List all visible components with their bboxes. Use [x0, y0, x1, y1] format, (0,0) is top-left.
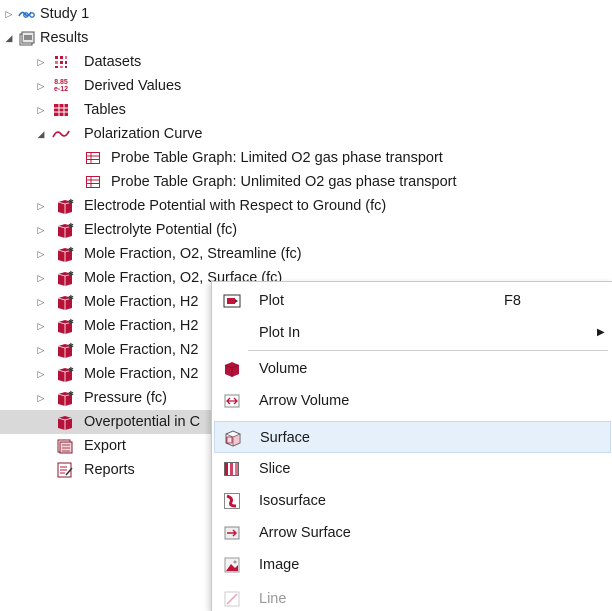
- menu-item-arrow-volume[interactable]: Arrow Volume: [214, 385, 611, 417]
- line-icon: [223, 590, 241, 608]
- plot-group-3d-icon: ✱: [56, 245, 74, 263]
- results-icon: [18, 29, 36, 47]
- expand-arrow-icon[interactable]: ▷: [35, 320, 47, 332]
- tree-node-label: Mole Fraction, H2: [84, 294, 199, 310]
- tree-node-label: Probe Table Graph: Limited O2 gas phase …: [111, 150, 443, 166]
- plot-group-1d-icon: [52, 125, 70, 143]
- derived-values-icon: 8.85 e-12: [53, 79, 68, 93]
- tree-node-label: Results: [40, 30, 89, 46]
- tree-node-label: Mole Fraction, O2, Streamline (fc): [84, 246, 302, 262]
- isosurface-icon: [223, 492, 241, 510]
- expand-arrow-icon[interactable]: ▷: [35, 224, 47, 236]
- tree-node-label: Polarization Curve: [84, 126, 203, 142]
- datasets-icon: [52, 53, 70, 71]
- menu-item-label: Image: [259, 557, 300, 573]
- context-menu: Plot F8 Plot In ▶ Volume Arrow Volume Su…: [211, 281, 612, 611]
- reports-icon: [56, 461, 74, 479]
- plot-group-3d-icon: ✱: [56, 269, 74, 287]
- tree-node-label: Mole Fraction, N2: [84, 342, 199, 358]
- menu-item-label: Volume: [259, 361, 308, 377]
- plot-group-3d-icon: ✱: [56, 317, 74, 335]
- tree-node-label: Overpotential in C: [84, 414, 201, 430]
- menu-item-plot[interactable]: Plot F8: [214, 285, 611, 317]
- svg-text:✱: ✱: [68, 222, 74, 230]
- tree-node-label: Mole Fraction, N2: [84, 366, 199, 382]
- expand-arrow-icon[interactable]: ▷: [35, 344, 47, 356]
- svg-text:✱: ✱: [68, 246, 74, 254]
- menu-item-label: Surface: [260, 430, 310, 446]
- study-icon: [18, 5, 36, 23]
- plot-group-3d-icon: ✱: [56, 389, 74, 407]
- slice-icon: [223, 460, 241, 478]
- arrow-surface-icon: [223, 524, 241, 542]
- tree-node-label: Probe Table Graph: Unlimited O2 gas phas…: [111, 174, 457, 190]
- menu-item-surface[interactable]: Surface: [214, 421, 611, 453]
- tree-node-label: Mole Fraction, H2: [84, 318, 199, 334]
- image-icon: [223, 556, 241, 574]
- plot-group-3d-icon: ✱: [56, 365, 74, 383]
- menu-item-label: Arrow Volume: [259, 393, 350, 409]
- svg-text:✱: ✱: [68, 342, 74, 350]
- plot-group-3d-icon: ✱: [56, 221, 74, 239]
- svg-text:✱: ✱: [68, 366, 74, 374]
- plot-icon: [223, 292, 241, 310]
- table-graph-icon: [84, 149, 102, 167]
- menu-item-label: Arrow Surface: [259, 525, 351, 541]
- expand-arrow-icon[interactable]: ▷: [3, 8, 15, 20]
- plot-group-3d-icon: ✱: [56, 341, 74, 359]
- expand-arrow-icon[interactable]: ▷: [35, 200, 47, 212]
- svg-text:✱: ✱: [68, 198, 74, 206]
- expand-arrow-icon[interactable]: ▷: [35, 56, 47, 68]
- submenu-arrow-icon: ▶: [597, 327, 605, 338]
- tree-node-label: Electrode Potential with Respect to Grou…: [84, 198, 387, 214]
- tree-node-label: Export: [84, 438, 126, 454]
- plot-group-3d-icon: ✱: [56, 293, 74, 311]
- menu-item-slice[interactable]: Slice: [214, 453, 611, 485]
- menu-item-label: Isosurface: [259, 493, 326, 509]
- expand-arrow-icon[interactable]: ▷: [35, 272, 47, 284]
- collapse-arrow-icon[interactable]: ◢: [3, 32, 15, 44]
- expand-arrow-icon[interactable]: ▷: [35, 392, 47, 404]
- svg-text:✱: ✱: [68, 294, 74, 302]
- menu-separator: [248, 350, 608, 351]
- expand-arrow-icon[interactable]: ▷: [35, 368, 47, 380]
- menu-item-isosurface[interactable]: Isosurface: [214, 485, 611, 517]
- menu-item-label: Plot In: [259, 325, 301, 341]
- tree-node-label: Electrolyte Potential (fc): [84, 222, 238, 238]
- expand-arrow-icon[interactable]: ▷: [35, 104, 47, 116]
- menu-item-label: Slice: [259, 461, 291, 477]
- table-graph-icon: [84, 173, 102, 191]
- tables-icon: [52, 101, 70, 119]
- surface-icon: [224, 429, 242, 447]
- menu-item-line[interactable]: Line: [214, 583, 611, 610]
- menu-item-plot-in[interactable]: Plot In ▶: [214, 317, 611, 349]
- tree-node-label: Study 1: [40, 6, 90, 22]
- svg-text:✱: ✱: [68, 390, 74, 398]
- menu-item-image[interactable]: Image: [214, 549, 611, 581]
- svg-text:✱: ✱: [68, 270, 74, 278]
- tree-node-label: Datasets: [84, 54, 142, 70]
- volume-icon: [223, 360, 241, 378]
- menu-item-label: Line: [259, 591, 287, 607]
- svg-text:✱: ✱: [68, 318, 74, 326]
- export-icon: [56, 437, 74, 455]
- arrow-volume-icon: [223, 392, 241, 410]
- expand-arrow-icon[interactable]: ▷: [35, 80, 47, 92]
- menu-item-label: Plot: [259, 293, 284, 309]
- tree-node-label: Tables: [84, 102, 126, 118]
- collapse-arrow-icon[interactable]: ◢: [35, 128, 47, 140]
- menu-item-arrow-surface[interactable]: Arrow Surface: [214, 517, 611, 549]
- plot-group-3d-icon: [56, 413, 74, 431]
- expand-arrow-icon[interactable]: ▷: [35, 248, 47, 260]
- expand-arrow-icon[interactable]: ▷: [35, 296, 47, 308]
- plot-group-3d-icon: ✱: [56, 197, 74, 215]
- tree-node-label: Derived Values: [84, 78, 182, 94]
- tree-node-label: Pressure (fc): [84, 390, 167, 406]
- menu-item-volume[interactable]: Volume: [214, 353, 611, 385]
- tree-node-label: Reports: [84, 462, 135, 478]
- shortcut-label: F8: [504, 293, 521, 309]
